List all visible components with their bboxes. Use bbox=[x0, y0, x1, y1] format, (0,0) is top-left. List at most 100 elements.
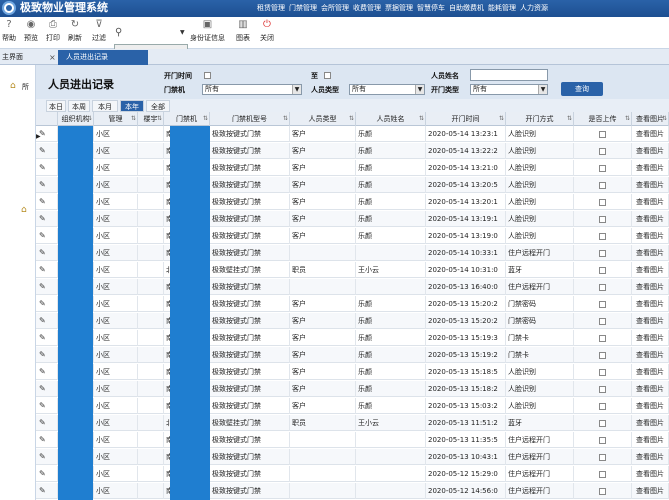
help-button[interactable]: ? 帮助 bbox=[2, 19, 16, 43]
edit-pencil-icon[interactable]: ✎ bbox=[39, 316, 46, 326]
edit-pencil-icon[interactable]: ✎ bbox=[39, 350, 46, 360]
uploaded-checkbox[interactable] bbox=[599, 351, 606, 359]
edit-pencil-icon[interactable]: ✎ bbox=[39, 265, 46, 275]
view-image-link[interactable]: 查看图片 bbox=[632, 211, 669, 227]
to-time-checkbox[interactable] bbox=[324, 72, 331, 79]
table-row[interactable]: ✎小区南门按键极致按键式门禁客户乐颜2020-05-14 13:19:1人脸识别… bbox=[36, 211, 669, 227]
view-image-link[interactable]: 查看图片 bbox=[632, 262, 669, 278]
open-type-select[interactable]: 所有 ▼ bbox=[470, 84, 548, 95]
edit-pencil-icon[interactable]: ✎ bbox=[39, 163, 46, 173]
view-image-link[interactable]: 查看图片 bbox=[632, 432, 669, 448]
tab-person-access-records[interactable]: 人员进出记录 × bbox=[49, 50, 148, 65]
uploaded-checkbox[interactable] bbox=[599, 232, 606, 240]
uploaded-checkbox[interactable] bbox=[599, 402, 606, 410]
person-name-input[interactable] bbox=[470, 69, 548, 81]
edit-pencil-icon[interactable]: ✎ bbox=[39, 418, 46, 428]
edit-pencil-icon[interactable]: ✎ bbox=[39, 180, 46, 190]
view-image-link[interactable]: 查看图片 bbox=[632, 296, 669, 312]
tab-close-icon[interactable]: × bbox=[49, 50, 56, 65]
table-row[interactable]: ✎小区南门按键极致按键式门禁客户乐颜2020-05-14 13:22:2人脸识别… bbox=[36, 143, 669, 159]
view-image-link[interactable]: 查看图片 bbox=[632, 160, 669, 176]
view-image-link[interactable]: 查看图片 bbox=[632, 194, 669, 210]
table-row[interactable]: ✎小区南门按键极致按键式门禁客户乐颜2020-05-14 13:21:0人脸识别… bbox=[36, 160, 669, 176]
door-time-checkbox[interactable] bbox=[204, 72, 211, 79]
table-row[interactable]: ✎小区南门按键极致按键式门禁2020-05-12 15:29:0住户远程开门查看… bbox=[36, 466, 669, 482]
edit-pencil-icon[interactable]: ✎ bbox=[39, 486, 46, 496]
refresh-button[interactable]: ↻ 刷新 bbox=[68, 19, 82, 43]
uploaded-checkbox[interactable] bbox=[599, 181, 606, 189]
edit-pencil-icon[interactable]: ✎ bbox=[39, 282, 46, 292]
range-tab[interactable]: 本周 bbox=[68, 100, 90, 112]
uploaded-checkbox[interactable] bbox=[599, 283, 606, 291]
door-device-select[interactable]: 所有 ▼ bbox=[202, 84, 302, 95]
edit-pencil-icon[interactable]: ✎ bbox=[39, 197, 46, 207]
view-image-link[interactable]: 查看图片 bbox=[632, 279, 669, 295]
preview-button[interactable]: ◉ 预览 bbox=[24, 19, 38, 43]
edit-pencil-icon[interactable]: ✎ bbox=[39, 214, 46, 224]
column-header[interactable]: 管理 ⇅ bbox=[94, 112, 138, 126]
search-icon[interactable]: ⚲ bbox=[115, 27, 122, 38]
top-menu-item[interactable]: 智慧停车 bbox=[415, 0, 447, 17]
column-header[interactable]: 开门时间 ⇅ bbox=[426, 112, 506, 126]
edit-pencil-icon[interactable]: ✎ bbox=[39, 452, 46, 462]
uploaded-checkbox[interactable] bbox=[599, 317, 606, 325]
top-menu-item[interactable]: 票据管理 bbox=[383, 0, 415, 17]
range-tab[interactable]: 本月 bbox=[92, 100, 118, 112]
view-image-link[interactable]: 查看图片 bbox=[632, 177, 669, 193]
top-menu-item[interactable]: 能耗管理 bbox=[486, 0, 518, 17]
uploaded-checkbox[interactable] bbox=[599, 215, 606, 223]
table-row[interactable]: ✎小区南门按键极致按键式门禁2020-05-14 10:33:1住户远程开门查看… bbox=[36, 245, 669, 261]
edit-pencil-icon[interactable]: ✎ bbox=[39, 146, 46, 156]
column-header[interactable]: 开门方式 ⇅ bbox=[506, 112, 574, 126]
view-image-link[interactable]: 查看图片 bbox=[632, 347, 669, 363]
chart-button[interactable]: ▥ 图表 bbox=[236, 19, 250, 43]
uploaded-checkbox[interactable] bbox=[599, 419, 606, 427]
top-menu-item[interactable]: 收费管理 bbox=[351, 0, 383, 17]
top-menu-item[interactable]: 门禁管理 bbox=[287, 0, 319, 17]
tree-item-label[interactable]: 所 bbox=[22, 82, 29, 92]
top-menu-item[interactable]: 自助缴费机 bbox=[447, 0, 486, 17]
person-type-select[interactable]: 所有 ▼ bbox=[349, 84, 425, 95]
view-image-link[interactable]: 查看图片 bbox=[632, 313, 669, 329]
edit-pencil-icon[interactable]: ✎ bbox=[39, 299, 46, 309]
view-image-link[interactable]: 查看图片 bbox=[632, 398, 669, 414]
edit-pencil-icon[interactable]: ✎ bbox=[39, 231, 46, 241]
table-row[interactable]: ✎小区南门按键极致按键式门禁客户乐颜2020-05-13 15:03:2人脸识别… bbox=[36, 398, 669, 414]
view-image-link[interactable]: 查看图片 bbox=[632, 415, 669, 431]
edit-pencil-icon[interactable]: ✎ bbox=[39, 401, 46, 411]
view-image-link[interactable]: 查看图片 bbox=[632, 381, 669, 397]
top-menu-item[interactable]: 人力资源 bbox=[518, 0, 550, 17]
edit-pencil-icon[interactable]: ✎ bbox=[39, 367, 46, 377]
uploaded-checkbox[interactable] bbox=[599, 249, 606, 257]
uploaded-checkbox[interactable] bbox=[599, 436, 606, 444]
uploaded-checkbox[interactable] bbox=[599, 198, 606, 206]
uploaded-checkbox[interactable] bbox=[599, 147, 606, 155]
view-image-link[interactable]: 查看图片 bbox=[632, 449, 669, 465]
print-button[interactable]: ⎙ 打印 bbox=[46, 19, 60, 43]
table-row[interactable]: ✎小区南门按键极致按键式门禁客户乐颜2020-05-13 15:19:2门禁卡查… bbox=[36, 347, 669, 363]
table-row[interactable]: ✎小区南门按键极致按键式门禁客户乐颜2020-05-13 15:19:3门禁卡查… bbox=[36, 330, 669, 346]
home-icon[interactable]: ⌂ bbox=[21, 205, 27, 215]
id-card-button[interactable]: ▣ 身份证信息 bbox=[190, 19, 225, 43]
view-image-link[interactable]: 查看图片 bbox=[632, 228, 669, 244]
table-row[interactable]: ✎小区北门10极致壁挂式门禁职员王小云2020-05-14 10:31:0蓝牙查… bbox=[36, 262, 669, 278]
table-row[interactable]: ✎小区南门按键极致按键式门禁2020-05-13 16:40:0住户远程开门查看… bbox=[36, 279, 669, 295]
uploaded-checkbox[interactable] bbox=[599, 487, 606, 495]
table-row[interactable]: ✎小区南门按键极致按键式门禁客户乐颜2020-05-13 15:18:2人脸识别… bbox=[36, 381, 669, 397]
table-row[interactable]: ✎小区南门按键极致按键式门禁客户乐颜2020-05-14 13:20:1人脸识别… bbox=[36, 194, 669, 210]
uploaded-checkbox[interactable] bbox=[599, 300, 606, 308]
view-image-link[interactable]: 查看图片 bbox=[632, 143, 669, 159]
range-tab[interactable]: 本年 bbox=[120, 100, 144, 112]
table-row[interactable]: ✎小区南门按键极致按键式门禁2020-05-13 11:35:5住户远程开门查看… bbox=[36, 432, 669, 448]
view-image-link[interactable]: 查看图片 bbox=[632, 245, 669, 261]
table-row[interactable]: ✎小区南门按键极致按键式门禁客户乐颜2020-05-13 15:20:2门禁密码… bbox=[36, 313, 669, 329]
uploaded-checkbox[interactable] bbox=[599, 334, 606, 342]
edit-pencil-icon[interactable]: ✎ bbox=[39, 469, 46, 479]
view-image-link[interactable]: 查看图片 bbox=[632, 466, 669, 482]
uploaded-checkbox[interactable] bbox=[599, 130, 606, 138]
view-image-link[interactable]: 查看图片 bbox=[632, 330, 669, 346]
uploaded-checkbox[interactable] bbox=[599, 164, 606, 172]
uploaded-checkbox[interactable] bbox=[599, 453, 606, 461]
home-icon[interactable]: ⌂ bbox=[10, 81, 16, 91]
column-header[interactable]: 组织机构 ⇅ bbox=[58, 112, 94, 126]
